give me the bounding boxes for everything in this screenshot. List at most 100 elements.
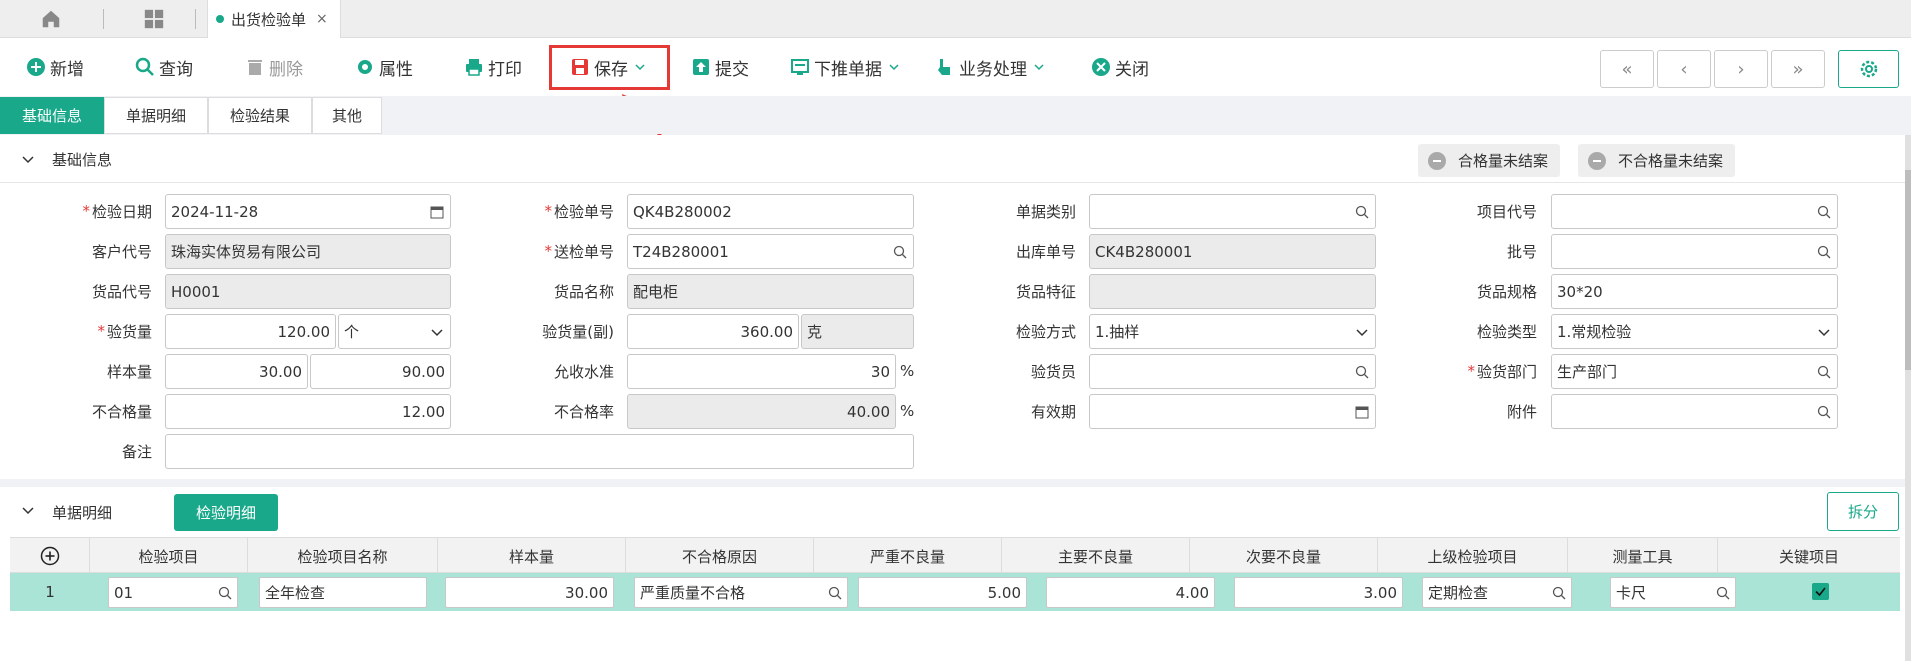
tab-doc-detail[interactable]: 单据明细 xyxy=(104,97,208,134)
add-button[interactable]: 新增 xyxy=(26,52,84,82)
project-code-field[interactable] xyxy=(1551,194,1838,229)
reason-cell[interactable]: 严重质量不合格 xyxy=(634,577,848,608)
vertical-scrollbar[interactable] xyxy=(1905,135,1911,661)
unqualified-unclosed-button[interactable]: 不合格量未结案 xyxy=(1578,144,1736,177)
print-button[interactable]: 打印 xyxy=(464,52,522,82)
accept-label: 允收水准 xyxy=(553,362,614,381)
inspector-field[interactable] xyxy=(1089,354,1376,389)
grid-menu-icon[interactable] xyxy=(143,8,165,30)
push-down-button[interactable]: 下推单据 xyxy=(790,52,899,82)
expiry-field[interactable] xyxy=(1089,394,1376,429)
search-icon xyxy=(1817,405,1831,419)
batch-field[interactable] xyxy=(1551,234,1838,269)
base-info-panel: 基础信息 合格量未结案 不合格量未结案 * 检验日期 2024-11-28 * 检验… xyxy=(0,135,1905,479)
item-name-cell[interactable]: 全年检查 xyxy=(259,577,427,608)
close-button[interactable]: 关闭 xyxy=(1091,52,1149,82)
last-record-button[interactable]: » xyxy=(1771,50,1825,88)
sample-cell[interactable]: 30.00 xyxy=(445,577,614,608)
reject-field[interactable]: 12.00 xyxy=(165,394,451,429)
qualified-unclosed-button[interactable]: 合格量未结案 xyxy=(1418,144,1561,177)
gear-icon xyxy=(358,60,372,74)
reject-rate-field[interactable]: 40.00 xyxy=(627,394,896,429)
critical-cell[interactable]: 5.00 xyxy=(858,577,1027,608)
goods-feature-field[interactable] xyxy=(1089,274,1376,309)
settings-button[interactable] xyxy=(1838,50,1899,88)
search-icon xyxy=(828,586,842,600)
out-no-label: 出库单号 xyxy=(1015,242,1076,261)
table-row[interactable]: 1 01 全年检查 30.00 严重质量不合格 5.00 4.00 3.00 定… xyxy=(10,573,1900,611)
toolbar: 新增 查询 删除 属性 打印 保存 提交 下推单据 业务处理 关闭 « ‹ › xyxy=(0,38,1911,96)
tab-other[interactable]: 其他 xyxy=(312,97,382,134)
grid-header: 检验项目 检验项目名称 样本量 不合格原因 严重不良量 主要不良量 次要不良量 … xyxy=(10,537,1900,574)
remark-field[interactable] xyxy=(165,434,914,469)
attach-field[interactable] xyxy=(1551,394,1838,429)
dept-label: * 验货部门 xyxy=(1467,362,1537,381)
detail-title: 单据明细 xyxy=(52,504,113,522)
inspect-detail-tab[interactable]: 检验明细 xyxy=(174,494,278,531)
inspect-no-field[interactable]: QK4B280002 xyxy=(627,194,914,229)
accept-field[interactable]: 30 xyxy=(627,354,896,389)
submit-label: 提交 xyxy=(715,59,749,80)
qty2-unit-field[interactable]: 克 xyxy=(801,314,914,349)
item-cell[interactable]: 01 xyxy=(108,577,238,608)
qty2-field[interactable]: 360.00 xyxy=(627,314,799,349)
props-button[interactable]: 属性 xyxy=(355,52,413,82)
method-select[interactable]: 1.抽样 xyxy=(1089,314,1376,349)
out-no-field[interactable]: CK4B280001 xyxy=(1089,234,1376,269)
col-header: 检验项目 xyxy=(90,538,248,574)
doc-type-field[interactable] xyxy=(1089,194,1376,229)
customer-field[interactable]: 珠海实体贸易有限公司 xyxy=(165,234,451,269)
goods-name-label: 货品名称 xyxy=(553,282,614,301)
tab-inspect-result[interactable]: 检验结果 xyxy=(208,97,312,134)
minor-cell[interactable]: 3.00 xyxy=(1234,577,1403,608)
reject-rate-label: 不合格率 xyxy=(553,402,614,421)
type-select[interactable]: 1.常规检验 xyxy=(1551,314,1838,349)
tab-base-info[interactable]: 基础信息 xyxy=(0,97,104,134)
search-icon xyxy=(1552,586,1566,600)
submit-button[interactable]: 提交 xyxy=(691,52,749,82)
send-no-field[interactable]: T24B280001 xyxy=(627,234,914,269)
first-record-button[interactable]: « xyxy=(1600,50,1654,88)
goods-code-field[interactable]: H0001 xyxy=(165,274,451,309)
goods-name-field[interactable]: 配电柜 xyxy=(627,274,914,309)
split-button[interactable]: 拆分 xyxy=(1827,492,1899,531)
col-header: 样本量 xyxy=(438,538,626,574)
divider xyxy=(103,9,104,29)
tool-cell[interactable]: 卡尺 xyxy=(1610,577,1736,608)
delete-button[interactable]: 删除 xyxy=(245,52,303,82)
prev-record-button[interactable]: ‹ xyxy=(1657,50,1711,88)
qty-unit-select[interactable]: 个 xyxy=(338,314,451,349)
save-highlight-box xyxy=(549,45,670,90)
dept-field[interactable]: 生产部门 xyxy=(1551,354,1838,389)
doc-tab[interactable]: 出货检验单 × xyxy=(207,0,341,38)
close-tab-icon[interactable]: × xyxy=(316,11,328,27)
key-item-checkbox[interactable] xyxy=(1812,583,1829,600)
scrollbar-thumb[interactable] xyxy=(1905,170,1911,370)
sample-field-1[interactable]: 30.00 xyxy=(165,354,308,389)
query-button[interactable]: 查询 xyxy=(135,52,193,82)
inspect-date-field[interactable]: 2024-11-28 xyxy=(165,194,451,229)
qty-field[interactable]: 120.00 xyxy=(165,314,336,349)
first-icon: « xyxy=(1621,58,1633,80)
remark-label: 备注 xyxy=(121,442,152,461)
parent-item-cell[interactable]: 定期检查 xyxy=(1422,577,1572,608)
minus-circle-icon xyxy=(1588,151,1606,170)
business-button[interactable]: 业务处理 xyxy=(935,52,1044,82)
add-row-button[interactable] xyxy=(10,538,90,574)
collapse-caret-icon[interactable] xyxy=(22,154,34,166)
goods-feature-label: 货品特征 xyxy=(1015,282,1076,301)
print-label: 打印 xyxy=(488,59,522,80)
close-label: 关闭 xyxy=(1115,59,1149,80)
sample-field-2[interactable]: 90.00 xyxy=(310,354,451,389)
collapse-caret-icon[interactable] xyxy=(22,505,34,517)
search-icon xyxy=(218,586,232,600)
inspector-label: 验货员 xyxy=(1030,362,1076,381)
home-icon[interactable] xyxy=(40,8,62,30)
goods-spec-field[interactable]: 30*20 xyxy=(1551,274,1838,309)
major-cell[interactable]: 4.00 xyxy=(1046,577,1215,608)
col-header: 测量工具 xyxy=(1568,538,1718,574)
next-record-button[interactable]: › xyxy=(1714,50,1768,88)
chevron-down-icon xyxy=(889,64,899,71)
props-label: 属性 xyxy=(379,59,413,80)
batch-label: 批号 xyxy=(1506,242,1537,261)
